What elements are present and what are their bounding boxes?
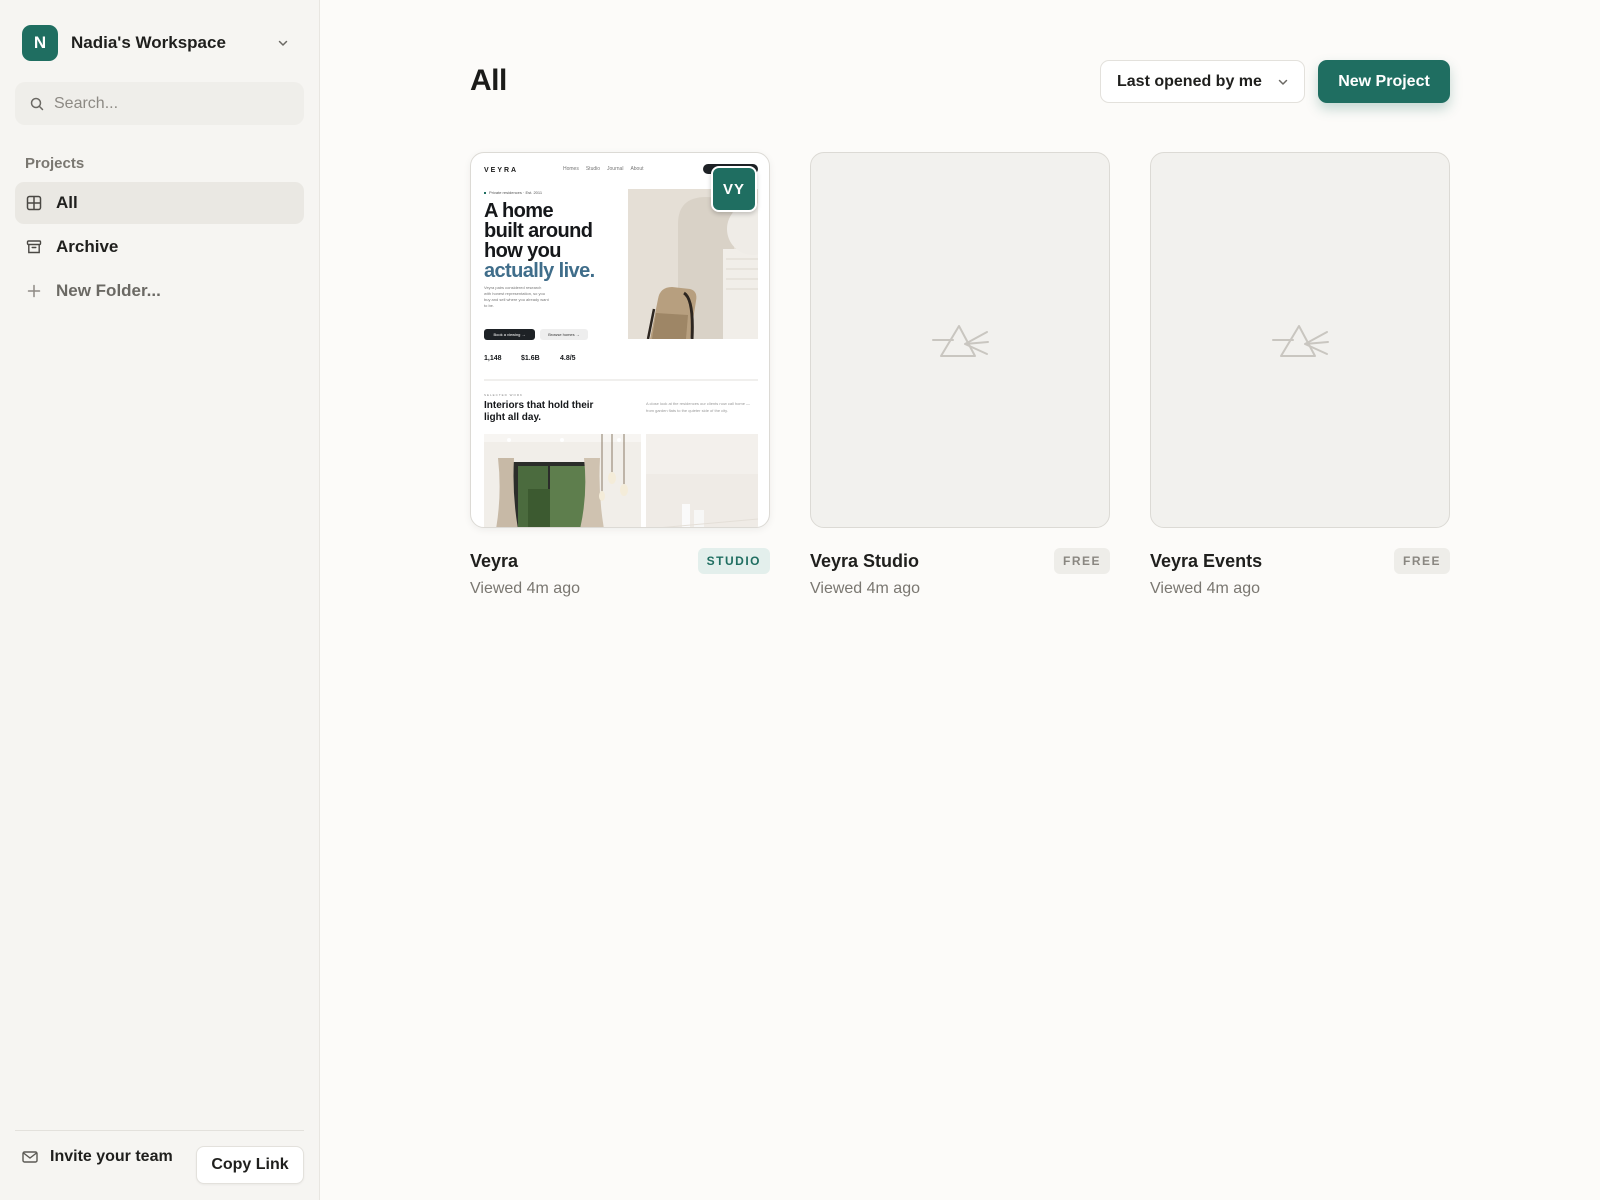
project-last-viewed: Viewed 4m ago [810,580,920,597]
mail-icon [22,1149,38,1165]
project-thumbnail[interactable] [810,152,1110,528]
project-name: Veyra Studio [810,550,920,571]
preview-interior-image [646,434,758,527]
preview-section-title: Interiors that hold their light all day. [484,400,594,423]
project-name: Veyra [470,550,519,571]
project-name: Veyra Events [1150,550,1263,571]
sort-dropdown[interactable]: Last opened by me [1100,60,1305,103]
preview-logo: VEYRA [484,167,519,174]
invite-team-link[interactable]: Invite your team [22,1148,173,1166]
preview-section-note: A close look at the residences our clien… [646,401,751,413]
preview-nav-item: Studio [585,166,601,172]
sort-label: Last opened by me [1117,72,1262,90]
invite-label: Invite your team [50,1148,173,1165]
project-avatar: VY [711,166,757,212]
preview-nav-item: Homes [563,166,579,172]
preview-nav-item: Journal [607,166,624,172]
preview-nav-item: About [630,166,644,172]
plan-badge: STUDIO [697,548,770,574]
sidebar-item-label: New Folder... [56,281,161,300]
search-input[interactable] [54,94,284,113]
workspace-name: Nadia's Workspace [71,33,226,52]
preview-secondary-button: Browse homes → [540,329,588,340]
preview-interior-image [484,434,641,527]
prism-placeholder-icon [1271,318,1331,362]
copy-link-button[interactable]: Copy Link [196,1146,304,1184]
projects-section-label: Projects [25,155,85,172]
plan-badge: FREE [1053,548,1110,574]
plus-icon [25,282,43,300]
preview-stat: $1.6B [521,355,540,362]
workspace-switcher[interactable]: N Nadia's Workspace [22,24,298,62]
project-card-veyra[interactable]: VEYRA Homes Studio Journal About Private… [470,152,770,598]
preview-eyebrow: Private residences · Est. 2011 [484,190,542,195]
preview-nav: Homes Studio Journal About [563,166,644,172]
grid-icon [25,194,43,212]
prism-placeholder-icon [931,318,991,362]
project-last-viewed: Viewed 4m ago [1150,580,1260,597]
preview-section-eyebrow: SELECTED WORK [484,393,524,397]
archive-icon [25,238,43,256]
search-icon [30,97,44,111]
sidebar-divider [15,1130,304,1131]
project-card-veyra-events[interactable]: Veyra Events FREE Viewed 4m ago [1150,152,1450,598]
sidebar-item-archive[interactable]: Archive [15,226,304,268]
preview-divider [484,379,758,381]
search-box [15,82,304,125]
workspace-avatar: N [22,25,58,61]
chevron-down-icon [1276,75,1290,89]
preview-body-text: Veyra pairs considered research with hon… [484,285,549,308]
preview-primary-button: Book a viewing → [484,329,535,340]
project-thumbnail[interactable] [1150,152,1450,528]
preview-stat: 4.8/5 [560,355,576,362]
new-project-button[interactable]: New Project [1318,60,1450,103]
plan-badge: FREE [1393,548,1450,574]
sidebar: N Nadia's Workspace Projects All Archive… [0,0,320,1200]
preview-stat: 1,148 [484,355,502,362]
chevron-down-icon [276,36,290,50]
project-thumbnail[interactable]: VEYRA Homes Studio Journal About Private… [470,152,770,528]
sidebar-item-new-folder[interactable]: New Folder... [15,270,304,312]
sidebar-item-label: All [56,193,78,212]
project-last-viewed: Viewed 4m ago [470,580,580,597]
project-card-veyra-studio[interactable]: Veyra Studio FREE Viewed 4m ago [810,152,1110,598]
sidebar-item-label: Archive [56,237,119,256]
preview-headline: A home built around how you actually liv… [484,200,595,282]
page-title: All [470,64,507,97]
website-preview: VEYRA Homes Studio Journal About Private… [471,153,769,527]
sidebar-item-all[interactable]: All [15,182,304,224]
